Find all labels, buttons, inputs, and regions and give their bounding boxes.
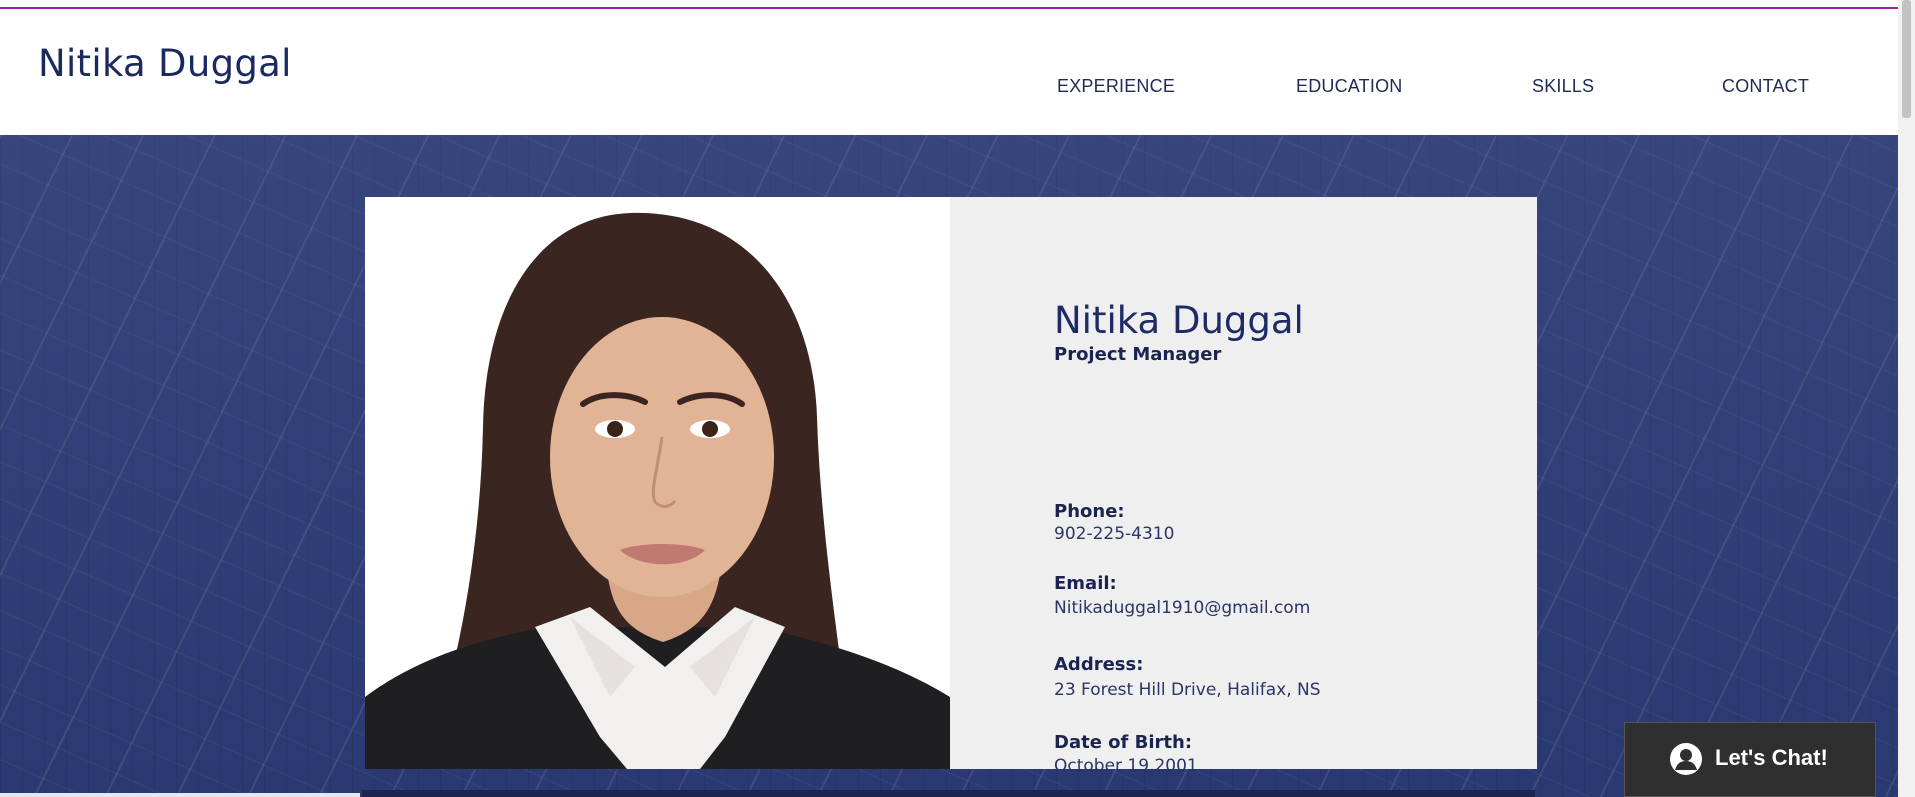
nav-experience[interactable]: EXPERIENCE	[1057, 76, 1175, 97]
email-field: Email: Nitikaduggal1910@gmail.com	[1054, 573, 1310, 619]
contact-info: Nitika Duggal Project Manager Phone: 902…	[1054, 299, 1494, 776]
profile-photo	[365, 197, 950, 769]
info-panel: Nitika Duggal Project Manager Phone: 902…	[950, 197, 1537, 776]
job-title: Project Manager	[1054, 344, 1222, 365]
dob-value: October 19,2001	[1054, 756, 1198, 776]
main-nav: EXPERIENCE EDUCATION SKILLS CONTACT	[1057, 68, 1817, 108]
phone-field: Phone: 902-225-4310	[1054, 501, 1174, 545]
address-field: Address: 23 Forest Hill Drive, Halifax, …	[1054, 654, 1321, 701]
lower-section-edge	[0, 793, 360, 797]
dob-label: Date of Birth:	[1054, 732, 1193, 753]
address-value: 23 Forest Hill Drive, Halifax, NS	[1054, 680, 1321, 700]
photo-panel	[365, 197, 950, 769]
nav-education[interactable]: EDUCATION	[1296, 76, 1402, 97]
person-icon	[1670, 743, 1702, 775]
profile-card: Nitika Duggal Project Manager Phone: 902…	[365, 197, 1537, 776]
nav-contact[interactable]: CONTACT	[1722, 76, 1809, 97]
phone-value: 902-225-4310	[1054, 524, 1175, 544]
next-section-edge	[362, 790, 1535, 797]
email-label: Email:	[1054, 573, 1117, 594]
nav-skills[interactable]: SKILLS	[1532, 76, 1594, 97]
phone-label: Phone:	[1054, 501, 1125, 522]
chat-label: Let's Chat!	[1715, 745, 1828, 770]
site-title[interactable]: Nitika Duggal	[38, 42, 292, 85]
email-value[interactable]: Nitikaduggal1910@gmail.com	[1054, 597, 1310, 619]
address-label: Address:	[1054, 654, 1144, 675]
dob-field: Date of Birth: October 19,2001	[1054, 732, 1198, 777]
person-name: Nitika Duggal	[1054, 299, 1304, 342]
scrollbar-thumb[interactable]	[1902, 0, 1911, 118]
page-scrollbar[interactable]	[1898, 0, 1915, 797]
site-header: Nitika Duggal EXPERIENCE EDUCATION SKILL…	[0, 9, 1898, 135]
chat-button[interactable]: Let's Chat!	[1624, 722, 1876, 797]
